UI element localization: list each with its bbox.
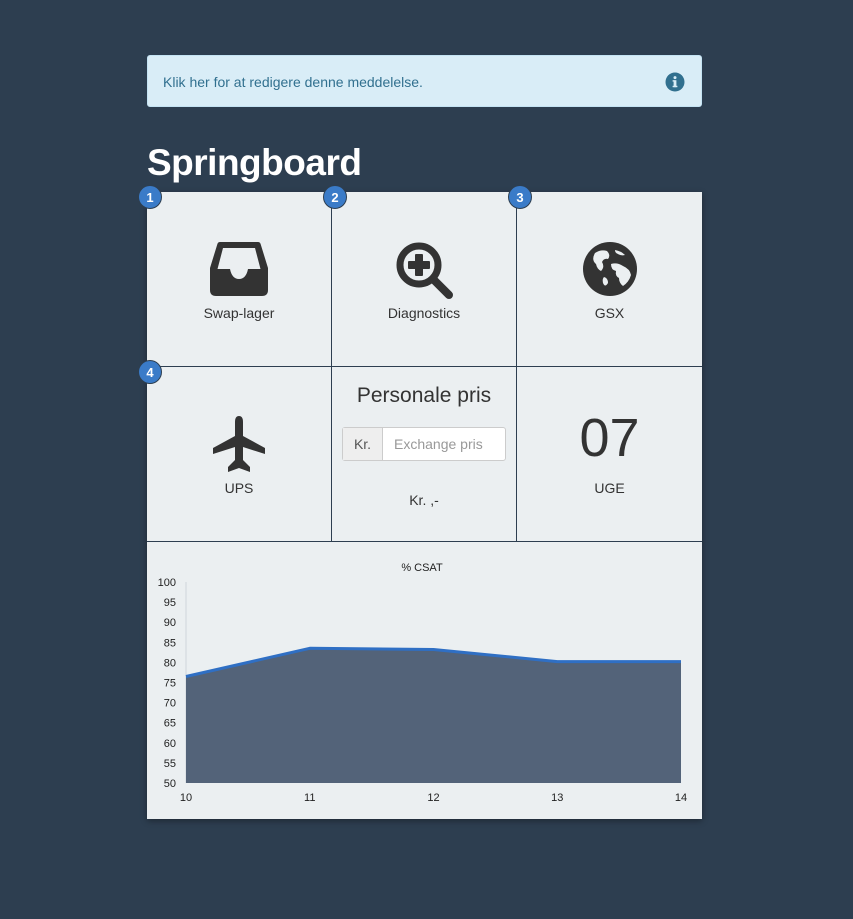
tile-badge-4: 4 — [138, 360, 162, 384]
tile-label: Swap-lager — [203, 305, 275, 321]
tile-label: GSX — [594, 305, 625, 321]
y-tick-label: 75 — [164, 678, 176, 690]
x-tick-label: 14 — [675, 792, 687, 804]
y-tick-label: 85 — [164, 637, 176, 649]
inbox-tray-icon — [210, 242, 268, 296]
exchange-pris-input-group: Kr. — [342, 427, 506, 461]
x-tick-label: 11 — [304, 792, 315, 804]
tile-gsx[interactable]: GSX — [517, 192, 702, 367]
currency-addon: Kr. — [343, 428, 383, 460]
personale-pris-widget: Personale pris Kr. Kr. ,- — [332, 367, 517, 542]
y-tick-label: 60 — [164, 738, 176, 750]
personale-pris-title: Personale pris — [356, 384, 492, 407]
x-tick-label: 10 — [180, 792, 192, 804]
chart-title: % CSAT — [401, 562, 443, 574]
week-widget: 07 UGE — [517, 367, 702, 542]
y-tick-label: 90 — [164, 617, 176, 629]
week-number: 07 — [579, 408, 640, 468]
tile-label: UPS — [224, 480, 254, 496]
x-tick-label: 12 — [427, 792, 439, 804]
airplane-icon — [213, 416, 265, 472]
tile-swap-lager[interactable]: Swap-lager — [147, 192, 332, 367]
y-tick-label: 65 — [164, 718, 176, 730]
tile-badge-2: 2 — [323, 185, 347, 209]
zoom-plus-icon — [396, 242, 453, 299]
x-tick-label: 13 — [551, 792, 563, 804]
tile-badge-1: 1 — [138, 185, 162, 209]
globe-icon — [582, 242, 637, 296]
y-tick-label: 55 — [164, 758, 176, 770]
springboard-panel: Swap-lager Diagnostics GSX UPS Personale… — [147, 192, 702, 819]
week-label: UGE — [594, 480, 625, 496]
csat-area-fill — [186, 648, 681, 783]
personale-pris-result: Kr. ,- — [409, 492, 439, 508]
csat-chart: % CSAT 100 95 90 85 80 75 70 65 60 55 50 10 11 12 13 14 — [158, 562, 687, 804]
page-title: Springboard — [147, 142, 362, 183]
exchange-pris-input[interactable] — [383, 428, 505, 460]
tile-ups[interactable]: UPS — [147, 367, 332, 542]
tile-badge-3: 3 — [508, 185, 532, 209]
y-tick-label: 95 — [164, 597, 176, 609]
notice-banner[interactable]: Klik her for at redigere denne meddelels… — [147, 55, 702, 107]
notice-text[interactable]: Klik her for at redigere denne meddelels… — [163, 74, 423, 90]
y-tick-label: 100 — [158, 577, 176, 589]
y-tick-label: 50 — [164, 778, 176, 790]
tile-diagnostics[interactable]: Diagnostics — [332, 192, 517, 367]
y-tick-label: 80 — [164, 657, 176, 669]
info-circle-icon[interactable] — [665, 72, 685, 92]
y-tick-label: 70 — [164, 698, 176, 710]
tile-label: Diagnostics — [387, 305, 461, 321]
